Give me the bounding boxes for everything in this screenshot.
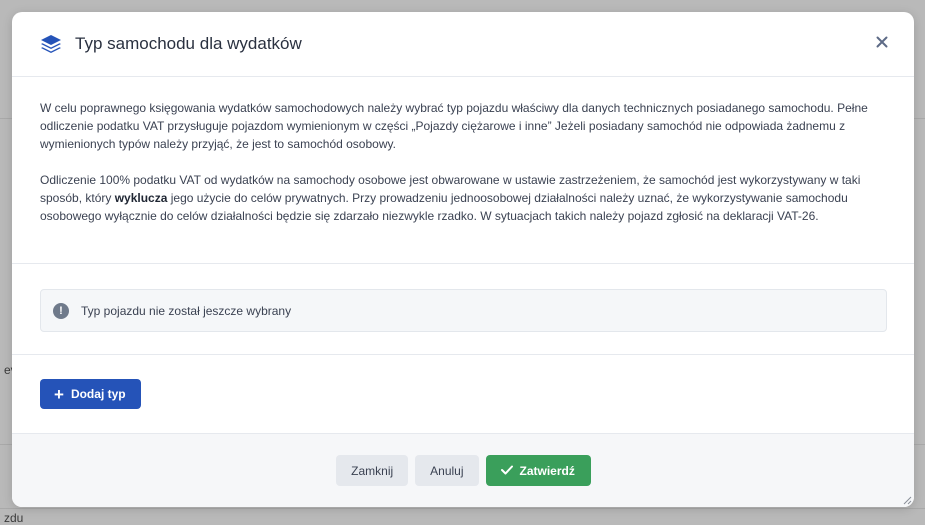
close-icon[interactable] [874,34,890,50]
modal-footer: Zamknij Anuluj Zatwierdź [12,434,914,507]
confirm-label: Zatwierdź [519,463,575,478]
car-type-modal: Typ samochodu dla wydatków W celu popraw… [12,12,914,507]
info-alert: ! Typ pojazdu nie został jeszcze wybrany [40,289,887,332]
background-divider [0,508,925,509]
close-button[interactable]: Zamknij [336,455,409,486]
modal-header: Typ samochodu dla wydatków [12,12,914,77]
exclamation-circle-icon: ! [53,302,69,319]
resize-handle-icon[interactable] [902,495,912,505]
description-section: W celu poprawnego księgowania wydatków s… [12,77,914,264]
description-paragraph: W celu poprawnego księgowania wydatków s… [40,101,868,151]
background-text: zdu [4,511,24,525]
alert-section: ! Typ pojazdu nie został jeszcze wybrany [12,264,914,355]
add-type-label: Dodaj typ [70,387,126,401]
layers-icon [40,33,62,55]
check-icon [500,463,513,478]
add-section: + Dodaj typ [12,355,914,434]
plus-icon: + [54,384,64,404]
emphasis-text: wyklucza [114,191,168,205]
description-paragraph: Odliczenie 100% podatku VAT od wydatków … [40,173,861,223]
add-type-button[interactable]: + Dodaj typ [40,379,141,409]
modal-title: Typ samochodu dla wydatków [75,34,302,53]
cancel-button[interactable]: Anuluj [415,455,479,486]
confirm-button[interactable]: Zatwierdź [485,455,591,486]
alert-text: Typ pojazdu nie został jeszcze wybrany [81,303,292,318]
